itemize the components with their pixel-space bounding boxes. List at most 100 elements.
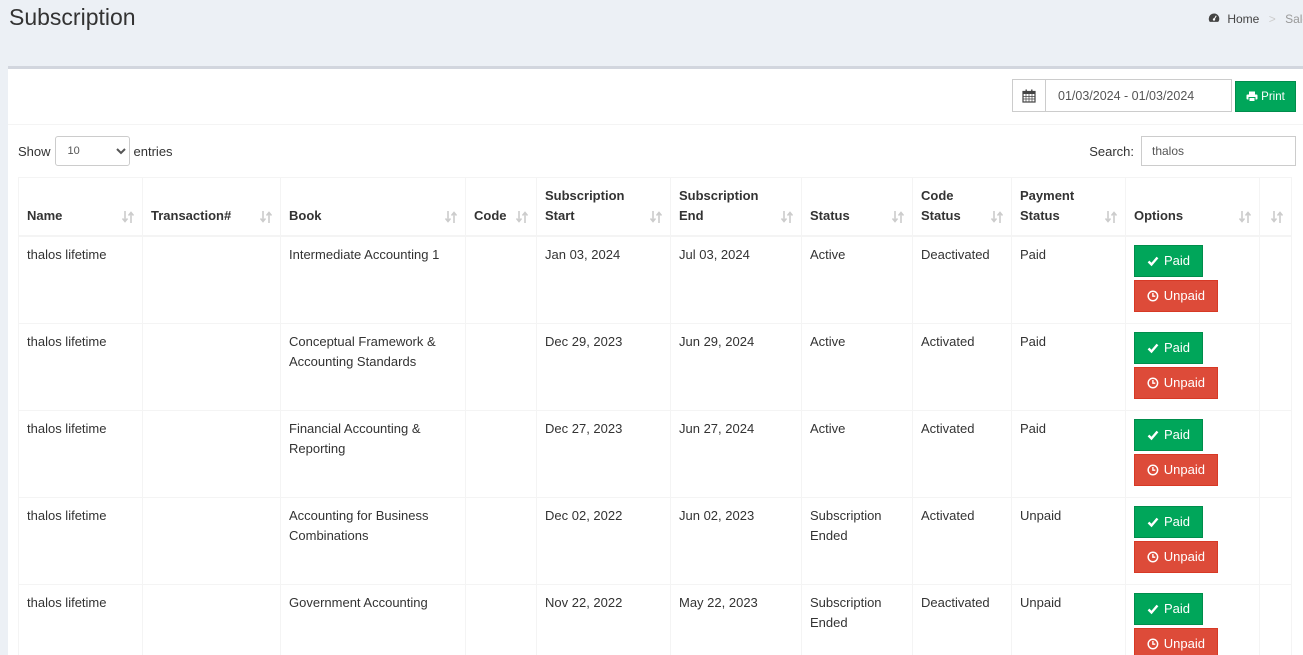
row-subscription-start: Dec 27, 2023: [536, 409, 671, 498]
column-header-transaction[interactable]: Transaction#: [142, 177, 281, 237]
row-payment-status: Paid: [1011, 409, 1126, 498]
print-button[interactable]: Print: [1235, 81, 1296, 112]
row-subscription-start: Dec 02, 2022: [536, 496, 671, 585]
column-header-label: Name: [27, 207, 63, 223]
table-row: thalos lifetime Intermediate Accounting 1…: [18, 235, 1292, 324]
row-name: thalos lifetime: [18, 496, 143, 585]
row-subscription-start: Jan 03, 2024: [536, 235, 671, 324]
row-status: Active: [801, 409, 913, 498]
mark-unpaid-button[interactable]: Unpaid: [1134, 453, 1218, 486]
table-row: thalos lifetime Government Accounting Nov …: [18, 583, 1292, 655]
paid-label: Paid: [1163, 427, 1190, 442]
row-transaction: [142, 409, 281, 498]
entries-select[interactable]: 10: [54, 136, 130, 166]
table-row: thalos lifetime Conceptual Framework & Ac…: [18, 322, 1292, 411]
breadcrumb-separator: >: [1268, 12, 1276, 26]
row-subscription-end: Jun 02, 2023: [670, 496, 802, 585]
calendar-icon[interactable]: [1013, 80, 1046, 111]
sort-icon[interactable]: [121, 210, 135, 224]
sort-icon[interactable]: [649, 210, 663, 224]
mark-paid-button[interactable]: Paid: [1134, 244, 1203, 277]
row-payment-status: Unpaid: [1011, 583, 1126, 655]
row-status: Subscription Ended: [801, 496, 913, 585]
row-transaction: [142, 583, 281, 655]
mark-paid-button[interactable]: Paid: [1134, 331, 1203, 364]
clock-icon: [1147, 377, 1159, 388]
column-header-book[interactable]: Book: [280, 177, 466, 237]
breadcrumb: Home > Sales: [1208, 12, 1303, 26]
unpaid-label: Unpaid: [1163, 288, 1205, 303]
column-header-payment-status[interactable]: Payment Status: [1011, 177, 1126, 237]
row-book: Government Accounting: [280, 583, 466, 655]
unpaid-label: Unpaid: [1163, 636, 1205, 651]
row-name: thalos lifetime: [18, 322, 143, 411]
row-extra-cell: [1259, 235, 1292, 324]
paid-label: Paid: [1163, 253, 1190, 268]
sort-icon[interactable]: [780, 210, 794, 224]
table-row: thalos lifetime Financial Accounting & Re…: [18, 409, 1292, 498]
mark-unpaid-button[interactable]: Unpaid: [1134, 627, 1218, 655]
print-label: Print: [1261, 90, 1285, 103]
column-header-status[interactable]: Status: [801, 177, 913, 237]
sort-icon[interactable]: [1238, 210, 1252, 224]
show-label: Show: [18, 143, 51, 159]
mark-paid-button[interactable]: Paid: [1134, 505, 1203, 538]
table-header: Name Transaction# Book Code Subscription Sta…: [18, 177, 1292, 237]
mark-paid-button[interactable]: Paid: [1134, 592, 1203, 625]
column-header-options[interactable]: Options: [1125, 177, 1260, 237]
content-header: Subscription Home > Sales: [0, 0, 1303, 66]
column-header-name[interactable]: Name: [18, 177, 143, 237]
row-code-status: Activated: [912, 409, 1012, 498]
search-input[interactable]: [1141, 136, 1296, 166]
sort-icon[interactable]: [444, 210, 458, 224]
breadcrumb-home-link[interactable]: Home: [1227, 12, 1259, 26]
date-range-input[interactable]: [1046, 80, 1231, 111]
column-header-subscription-start[interactable]: Subscription Start: [536, 177, 671, 237]
sort-icon[interactable]: [515, 210, 529, 224]
sort-icon[interactable]: [990, 210, 1004, 224]
column-header-label: Subscription Start: [545, 187, 625, 223]
sort-icon[interactable]: [259, 210, 273, 224]
row-transaction: [142, 496, 281, 585]
row-status: Subscription Ended: [801, 583, 913, 655]
row-extra-cell: [1259, 496, 1292, 585]
row-subscription-end: Jun 27, 2024: [670, 409, 802, 498]
row-code-status: Activated: [912, 496, 1012, 585]
table-row: thalos lifetime Accounting for Business C…: [18, 496, 1292, 585]
column-header-label: Code: [474, 207, 507, 223]
sort-icon[interactable]: [1270, 210, 1284, 224]
sort-icon[interactable]: [891, 210, 905, 224]
column-header-code-status[interactable]: Code Status: [912, 177, 1012, 237]
column-header-code[interactable]: Code: [465, 177, 537, 237]
mark-unpaid-button[interactable]: Unpaid: [1134, 279, 1218, 312]
date-range-picker[interactable]: [1012, 79, 1232, 112]
column-header-label: Payment Status: [1020, 187, 1075, 223]
unpaid-label: Unpaid: [1163, 375, 1205, 390]
column-header-subscription-end[interactable]: Subscription End: [670, 177, 802, 237]
mark-unpaid-button[interactable]: Unpaid: [1134, 366, 1218, 399]
dashboard-icon: [1208, 13, 1220, 22]
table-body: thalos lifetime Intermediate Accounting 1…: [18, 235, 1292, 655]
column-header-extra[interactable]: [1259, 177, 1292, 237]
sort-icon[interactable]: [1104, 210, 1118, 224]
row-options: Paid Unpaid: [1125, 583, 1260, 655]
breadcrumb-current: Sales: [1285, 12, 1303, 26]
mark-paid-button[interactable]: Paid: [1134, 418, 1203, 451]
row-transaction: [142, 322, 281, 411]
mark-unpaid-button[interactable]: Unpaid: [1134, 540, 1218, 573]
column-header-label: Subscription End: [679, 187, 759, 223]
entries-label: entries: [133, 143, 173, 159]
row-subscription-start: Dec 29, 2023: [536, 322, 671, 411]
row-status: Active: [801, 322, 913, 411]
row-book: Intermediate Accounting 1: [280, 235, 466, 324]
row-code: [465, 322, 537, 411]
subscription-table: Name Transaction# Book Code Subscription Sta…: [18, 177, 1292, 655]
subscription-box: Print Show 10 entries Search: Name Transa…: [8, 66, 1303, 655]
column-header-label: Options: [1134, 207, 1184, 223]
row-status: Active: [801, 235, 913, 324]
column-header-label: Status: [810, 207, 850, 223]
row-subscription-end: May 22, 2023: [670, 583, 802, 655]
row-options: Paid Unpaid: [1125, 235, 1260, 324]
clock-icon: [1147, 638, 1159, 649]
paid-label: Paid: [1163, 601, 1190, 616]
